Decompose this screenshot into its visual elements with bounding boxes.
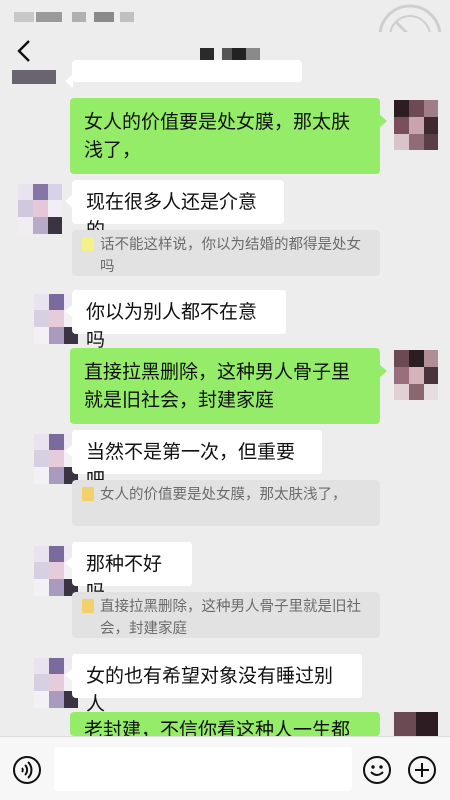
quoted-text: 直接拉黑删除，这种男人骨子里就是旧社会，封建家庭 xyxy=(100,599,361,637)
voice-icon[interactable] xyxy=(12,755,42,785)
message-bubble-contact[interactable]: 现在很多人还是介意的 xyxy=(65,180,284,241)
status-blur xyxy=(72,12,86,22)
quoted-text: 话不能这样说，你以为结婚的都得是处女吗 xyxy=(100,237,361,275)
quoted-message[interactable]: 直接拉黑删除，这种男人骨子里就是旧社会，封建家庭 xyxy=(72,592,380,638)
avatar-self xyxy=(394,350,438,400)
status-blur xyxy=(36,12,62,22)
cutoff-bubble xyxy=(65,60,302,88)
plus-icon[interactable] xyxy=(407,755,437,785)
message-bubble-self[interactable]: 直接拉黑删除，这种男人骨子里就是旧社会，封建家庭 xyxy=(70,348,387,424)
emoji-icon[interactable] xyxy=(362,755,392,785)
quoted-text: 女人的价值要是处女膜，那太肤浅了， xyxy=(100,487,347,503)
message-bubble-self[interactable]: 老封建，不信你看这种人一生都是 xyxy=(70,712,380,736)
quoted-message[interactable]: 话不能这样说，你以为结婚的都得是处女吗 xyxy=(72,230,380,276)
avatar-self xyxy=(394,712,438,736)
avatar-self xyxy=(394,100,438,150)
message-bubble-self[interactable]: 女人的价值要是处女膜，那太肤浅了， xyxy=(70,98,387,174)
back-chevron-icon[interactable] xyxy=(14,38,36,64)
message-bubble-contact[interactable]: 你以为别人都不在意吗 xyxy=(65,290,286,351)
message-text: 老封建，不信你看这种人一生都是 xyxy=(84,719,351,736)
avatar xyxy=(12,70,56,84)
status-bar xyxy=(0,0,450,32)
quote-avatar xyxy=(82,237,94,251)
status-blur xyxy=(94,12,114,22)
quote-avatar xyxy=(82,487,94,501)
message-bubble-contact[interactable]: 女的也有希望对象没有睡过别人 xyxy=(65,654,362,715)
status-blur xyxy=(120,12,134,22)
input-bar xyxy=(0,736,450,800)
avatar-contact xyxy=(18,184,62,234)
message-bubble-contact[interactable]: 那种不好吗 xyxy=(65,542,192,603)
message-bubble-contact[interactable]: 当然不是第一次，但重要吧 xyxy=(65,430,322,491)
status-blur xyxy=(14,12,34,22)
quoted-message[interactable]: 女人的价值要是处女膜，那太肤浅了， xyxy=(72,480,380,526)
message-input[interactable] xyxy=(54,747,352,791)
quote-avatar xyxy=(82,599,94,613)
